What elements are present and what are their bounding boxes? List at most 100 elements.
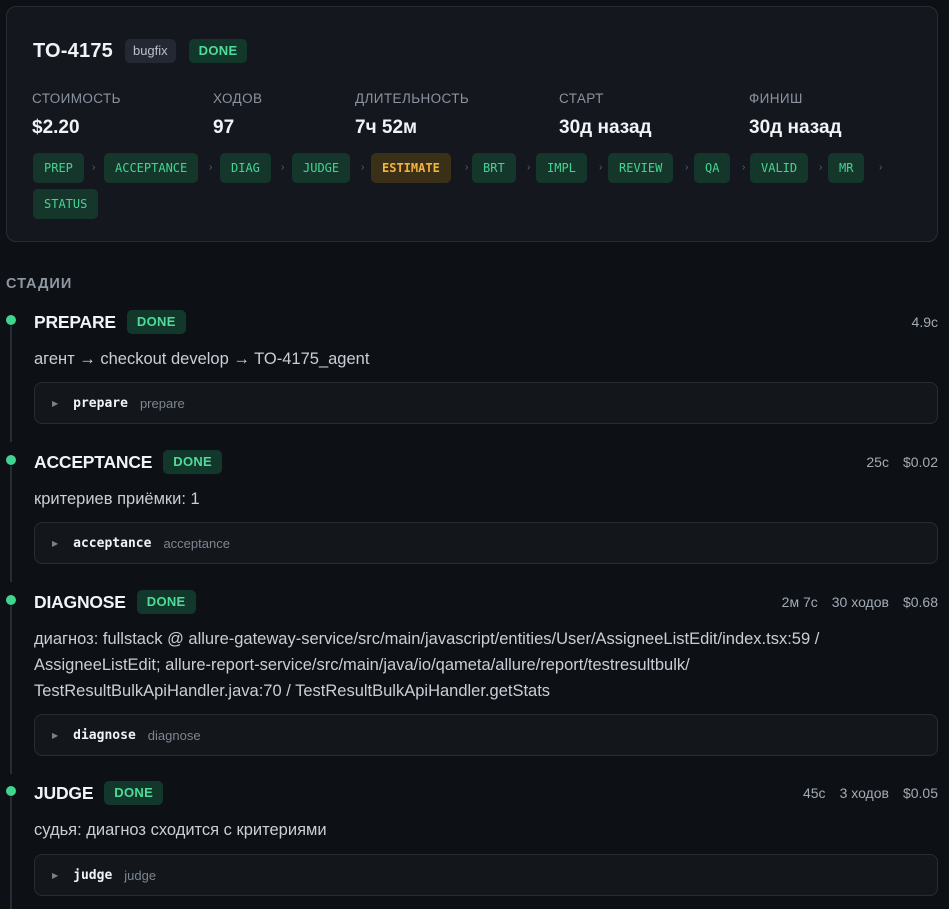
stat-finish: ФИНИШ 30д назад — [749, 91, 842, 139]
stage-dot-icon — [6, 315, 16, 325]
stage-header: PREPARE DONE 4.9с — [34, 309, 938, 335]
triangle-right-icon: ▶ — [52, 870, 59, 880]
stage-dot-icon — [6, 786, 16, 796]
chevron-right-icon: › — [742, 162, 746, 173]
chevron-right-icon: › — [527, 162, 531, 173]
stage-name: JUDGE — [34, 782, 94, 803]
stage-status-badge: DONE — [104, 781, 164, 805]
substep-name: prepare — [73, 395, 128, 411]
chevron-right-icon: › — [281, 162, 285, 173]
task-header: TO-4175 bugfix DONE — [33, 39, 248, 63]
substep-name: judge — [73, 867, 113, 883]
stat-value: 7ч 52м — [355, 117, 418, 138]
substep-judge[interactable]: ▶ judge judge — [34, 854, 938, 896]
stage-duration: 2м 7с — [781, 594, 818, 610]
stage-description: агент → checkout develop → TO-4175_agent — [34, 350, 370, 368]
stage-diagnose: DIAGNOSE DONE 2м 7с 30 ходов $0.68 диагн… — [34, 589, 938, 756]
pipeline-step-brt[interactable]: BRT — [472, 153, 516, 183]
stage-turns: 30 ходов — [831, 594, 889, 610]
stat-label: ФИНИШ — [749, 91, 803, 106]
pipeline-step-valid[interactable]: VALID — [750, 153, 809, 183]
stat-duration: ДЛИТЕЛЬНОСТЬ 7ч 52м — [355, 91, 469, 139]
timeline-line — [10, 466, 12, 582]
stage-description: критериев приёмки: 1 — [34, 490, 200, 508]
task-summary-card: TO-4175 bugfix DONE СТОИМОСТЬ $2.20 ХОДО… — [6, 6, 938, 242]
stage-cost: $0.02 — [902, 454, 938, 470]
task-status-badge: DONE — [188, 39, 248, 63]
stat-value: 97 — [213, 117, 235, 138]
pipeline-step-status[interactable]: STATUS — [33, 189, 99, 219]
stage-header: DIAGNOSE DONE 2м 7с 30 ходов $0.68 — [34, 589, 938, 615]
stage-acceptance: ACCEPTANCE DONE 25с $0.02 критериев приё… — [34, 449, 938, 564]
stat-start: СТАРТ 30д назад — [559, 91, 652, 139]
stage-header: JUDGE DONE 45с 3 ходов $0.05 — [34, 780, 938, 806]
stat-value: 30д назад — [559, 117, 652, 138]
substep-hint: diagnose — [147, 727, 201, 743]
stage-meta: 45с 3 ходов $0.05 — [803, 785, 938, 801]
stage-meta: 2м 7с 30 ходов $0.68 — [782, 594, 938, 610]
task-id: TO-4175 — [33, 39, 113, 62]
substep-name: diagnose — [73, 727, 136, 743]
stat-turns: ХОДОВ 97 — [213, 91, 262, 139]
stage-name: DIAGNOSE — [34, 591, 126, 612]
substep-acceptance[interactable]: ▶ acceptance acceptance — [34, 522, 938, 564]
chevron-right-icon: › — [361, 162, 365, 173]
substep-hint: acceptance — [163, 535, 230, 551]
timeline-line — [10, 606, 12, 774]
pipeline-step-review[interactable]: REVIEW — [608, 153, 674, 183]
substep-hint: judge — [124, 867, 157, 883]
chevron-right-icon: › — [879, 162, 883, 173]
pipeline-step-impl[interactable]: IMPL — [536, 153, 587, 183]
stat-label: ДЛИТЕЛЬНОСТЬ — [355, 91, 470, 106]
stage-status-badge: DONE — [136, 590, 196, 614]
pipeline-step-diag[interactable]: DIAG — [220, 153, 271, 183]
stage-judge: JUDGE DONE 45с 3 ходов $0.05 судья: диаг… — [34, 780, 938, 896]
stat-label: ХОДОВ — [213, 91, 263, 106]
chevron-right-icon: › — [819, 162, 823, 173]
pipeline-step-prep[interactable]: PREP — [33, 153, 84, 183]
chevron-right-icon: › — [599, 162, 603, 173]
stage-description-line: AssigneeListEdit; allure-report-service/… — [34, 656, 690, 674]
substep-diagnose[interactable]: ▶ diagnose diagnose — [34, 714, 938, 756]
pipeline-step-acceptance[interactable]: ACCEPTANCE — [104, 153, 199, 183]
timeline-line — [10, 797, 12, 909]
task-type-tag: bugfix — [124, 39, 176, 63]
pipeline-step-judge[interactable]: JUDGE — [292, 153, 351, 183]
stage-duration: 4.9с — [911, 314, 938, 330]
pipeline-step-estimate[interactable]: ESTIMATE — [371, 153, 451, 183]
stat-value: $2.20 — [32, 117, 80, 138]
stage-status-badge: DONE — [126, 310, 186, 334]
chevron-right-icon: › — [685, 162, 689, 173]
chevron-right-icon: › — [209, 162, 213, 173]
substep-name: acceptance — [73, 535, 152, 551]
timeline-line — [10, 326, 12, 442]
stage-status-badge: DONE — [163, 450, 223, 474]
stage-header: ACCEPTANCE DONE 25с $0.02 — [34, 449, 938, 475]
pipeline-step-mr[interactable]: MR — [828, 153, 865, 183]
stage-name: PREPARE — [34, 311, 116, 332]
stage-duration: 25с — [866, 454, 889, 470]
pipeline-step-qa[interactable]: QA — [694, 153, 731, 183]
substep-prepare[interactable]: ▶ prepare prepare — [34, 382, 938, 424]
stage-prepare: PREPARE DONE 4.9с агент → checkout devel… — [34, 309, 938, 424]
chevron-right-icon: › — [92, 162, 96, 173]
stage-meta: 25с $0.02 — [866, 454, 938, 470]
stage-duration: 45с — [802, 785, 826, 801]
triangle-right-icon: ▶ — [52, 538, 59, 548]
substep-hint: prepare — [139, 395, 185, 411]
stage-turns: 3 ходов — [839, 785, 889, 801]
stages-heading: СТАДИИ — [6, 276, 73, 292]
stage-description-line: TestResultBulkApiHandler.java:70 / TestR… — [34, 682, 551, 700]
stage-description: судья: диагноз сходится с критериями — [34, 821, 327, 839]
stat-label: СТОИМОСТЬ — [32, 91, 121, 106]
stat-value: 30д назад — [749, 117, 842, 138]
stage-description-line: диагноз: fullstack @ allure-gateway-serv… — [34, 630, 820, 648]
stat-label: СТАРТ — [559, 91, 604, 106]
stage-cost: $0.68 — [902, 594, 938, 610]
stage-name: ACCEPTANCE — [34, 451, 153, 472]
chevron-right-icon: › — [465, 162, 469, 173]
triangle-right-icon: ▶ — [52, 398, 59, 408]
stage-meta: 4.9с — [912, 314, 938, 330]
stage-dot-icon — [6, 595, 16, 605]
stage-cost: $0.05 — [902, 785, 938, 801]
